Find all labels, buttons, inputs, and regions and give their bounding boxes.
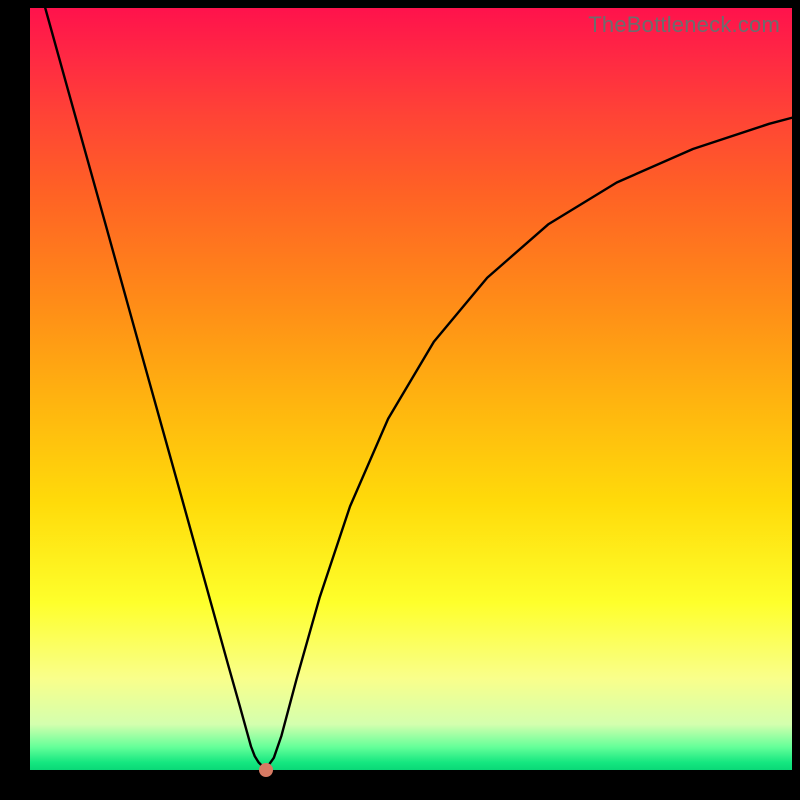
- curve-left: [45, 8, 266, 768]
- chart-stage: TheBottleneck.com: [0, 0, 800, 800]
- curve-layer: [30, 8, 792, 770]
- minimum-marker: [259, 763, 273, 777]
- curve-right: [266, 118, 792, 769]
- plot-area: TheBottleneck.com: [30, 8, 792, 770]
